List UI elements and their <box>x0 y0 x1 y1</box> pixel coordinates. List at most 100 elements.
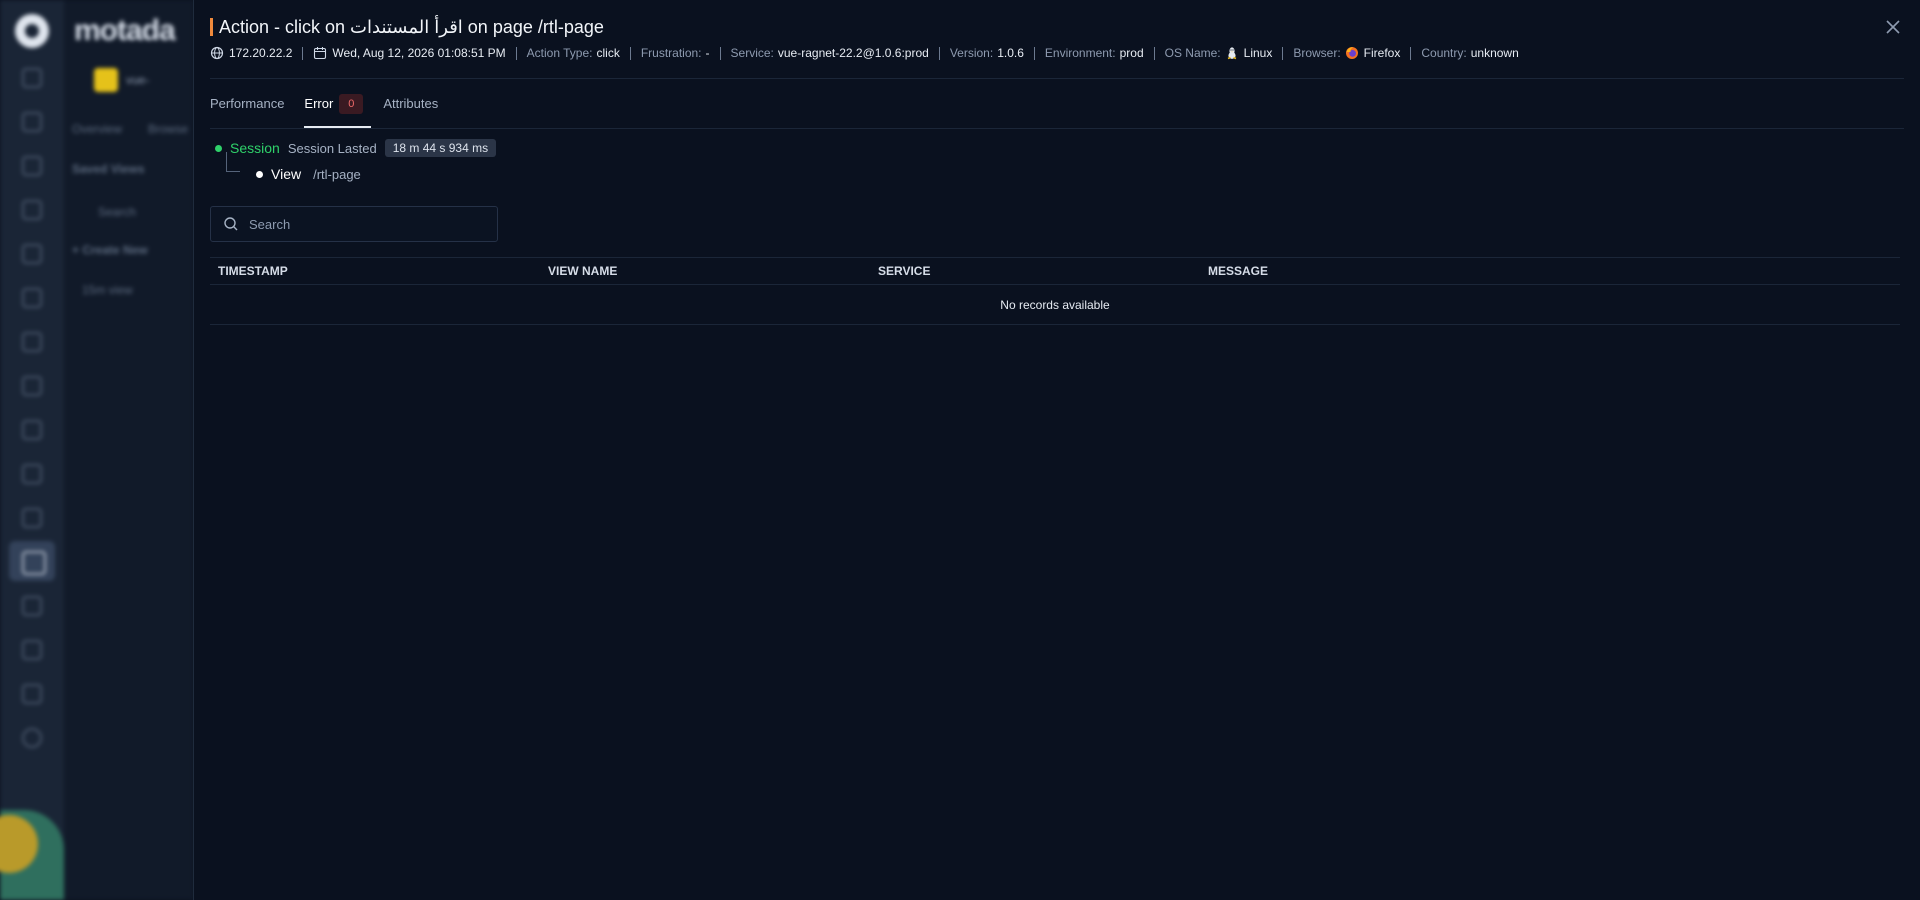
session-lasted-label: Session Lasted <box>287 140 377 156</box>
tab-browse[interactable]: Browse <box>148 122 188 136</box>
version-label: Version: <box>949 46 994 60</box>
brand-wordmark: motada <box>74 14 176 47</box>
search-icon <box>223 216 239 232</box>
reports-icon[interactable] <box>22 464 42 484</box>
docs-icon[interactable] <box>22 684 42 704</box>
meta-browser: Browser: Firefox <box>1293 46 1400 60</box>
view-label[interactable]: View <box>271 166 301 182</box>
view-path: /rtl-page <box>313 166 361 182</box>
page-title: Action - click on اقرأ المستندات on page… <box>219 16 604 37</box>
country-value: unknown <box>1470 46 1519 60</box>
apm-icon[interactable] <box>22 376 42 396</box>
meta-bar: 172.20.22.2 Wed, Aug 12, 2026 01:08:51 P… <box>210 44 1519 62</box>
service-label: Service: <box>730 46 774 60</box>
version-value: 1.0.6 <box>997 46 1024 60</box>
tabs-divider <box>210 128 1904 129</box>
accent-bar <box>210 18 213 36</box>
saved-view-item[interactable]: 15m view <box>82 283 133 297</box>
linux-icon <box>1225 46 1239 60</box>
ip-value: 172.20.22.2 <box>229 46 293 60</box>
divider <box>629 46 631 60</box>
inventory-icon[interactable] <box>22 112 42 132</box>
divider <box>515 46 517 60</box>
rum-icon[interactable] <box>9 541 55 581</box>
meta-service: Service: vue-ragnet-22.2@1.0.6:prod <box>731 46 929 60</box>
meta-country: Country: unknown <box>1421 46 1518 60</box>
create-new-button[interactable]: + Create New <box>72 243 148 257</box>
drawer-header: Action - click on اقرأ المستندات on page… <box>210 14 604 40</box>
project-icon <box>94 68 118 92</box>
os-value: Linux <box>1243 46 1273 60</box>
tab-performance-label: Performance <box>210 96 285 111</box>
session-duration-badge: 18 m 44 s 934 ms <box>384 139 497 157</box>
meta-action-type: Action Type: click <box>527 46 620 60</box>
explorer-icon[interactable] <box>22 200 42 220</box>
logs-icon[interactable] <box>22 244 42 264</box>
session-row: Session Session Lasted 18 m 44 s 934 ms <box>210 138 497 158</box>
action-type-label: Action Type: <box>526 46 593 60</box>
divider <box>1153 46 1155 60</box>
divider <box>1282 46 1284 60</box>
tab-error-label: Error <box>304 96 334 111</box>
settings-icon[interactable] <box>22 728 42 748</box>
column-message[interactable]: MESSAGE <box>1200 264 1530 278</box>
nav-rail <box>0 0 64 900</box>
globe-icon <box>210 46 224 60</box>
network-icon[interactable] <box>22 332 42 352</box>
project-label[interactable]: vue- <box>126 73 149 87</box>
topology-icon[interactable] <box>22 288 42 308</box>
meta-version: Version: 1.0.6 <box>950 46 1024 60</box>
action-detail-drawer: Action - click on اقرأ المستندات on page… <box>193 0 1920 900</box>
tab-attributes[interactable]: Attributes <box>383 92 438 128</box>
error-search <box>210 206 498 242</box>
metrics-icon[interactable] <box>22 420 42 440</box>
divider <box>1410 46 1412 60</box>
firefox-icon <box>1345 46 1359 60</box>
browser-value: Firefox <box>1363 46 1401 60</box>
divider <box>719 46 721 60</box>
tree-connector <box>226 152 240 172</box>
calendar-icon <box>313 46 327 60</box>
view-row: View /rtl-page <box>226 152 496 184</box>
meta-environment: Environment: prod <box>1045 46 1144 60</box>
agents-icon[interactable] <box>22 596 42 616</box>
error-count-badge: 0 <box>339 94 364 114</box>
environment-value: prod <box>1119 46 1144 60</box>
close-icon[interactable] <box>1882 16 1904 38</box>
dashboard-icon[interactable] <box>22 68 42 88</box>
tab-overview[interactable]: Overview <box>72 122 122 136</box>
column-service[interactable]: SERVICE <box>870 264 1200 278</box>
column-timestamp[interactable]: TIMESTAMP <box>210 264 540 278</box>
saved-views-heading: Saved Views <box>72 162 145 176</box>
date-value: Wed, Aug 12, 2026 01:08:51 PM <box>332 46 506 60</box>
action-type-value: click <box>596 46 620 60</box>
search-input[interactable] <box>249 216 489 232</box>
table-header: TIMESTAMP VIEW NAME SERVICE MESSAGE <box>210 257 1900 285</box>
tab-error[interactable]: Error 0 <box>304 92 372 128</box>
header-divider <box>210 78 1904 79</box>
close-button[interactable] <box>1882 16 1904 38</box>
environment-label: Environment: <box>1044 46 1116 60</box>
frustration-value: - <box>705 46 710 60</box>
empty-state: No records available <box>210 285 1900 325</box>
meta-os: OS Name: Linux <box>1165 46 1273 60</box>
session-status-dot <box>215 144 222 152</box>
monitor-icon[interactable] <box>22 508 42 528</box>
session-tree: Session Session Lasted 18 m 44 s 934 ms … <box>210 138 497 184</box>
view-dot <box>256 170 263 178</box>
cloud-icon[interactable] <box>22 640 42 660</box>
divider <box>938 46 940 60</box>
divider <box>1033 46 1035 60</box>
country-label: Country: <box>1421 46 1467 60</box>
meta-frustration: Frustration: - <box>641 46 710 60</box>
tab-performance[interactable]: Performance <box>210 92 284 128</box>
tab-attributes-label: Attributes <box>383 96 439 111</box>
divider <box>302 46 304 60</box>
column-view-name[interactable]: VIEW NAME <box>540 264 870 278</box>
alerts-icon[interactable] <box>22 156 42 176</box>
saved-views-search[interactable]: Search <box>98 205 136 219</box>
browser-label: Browser: <box>1293 46 1341 60</box>
service-value: vue-ragnet-22.2@1.0.6:prod <box>777 46 929 60</box>
secondary-sidebar: motada vue- Overview Browse Saved Views … <box>64 0 194 900</box>
os-label: OS Name: <box>1164 46 1221 60</box>
